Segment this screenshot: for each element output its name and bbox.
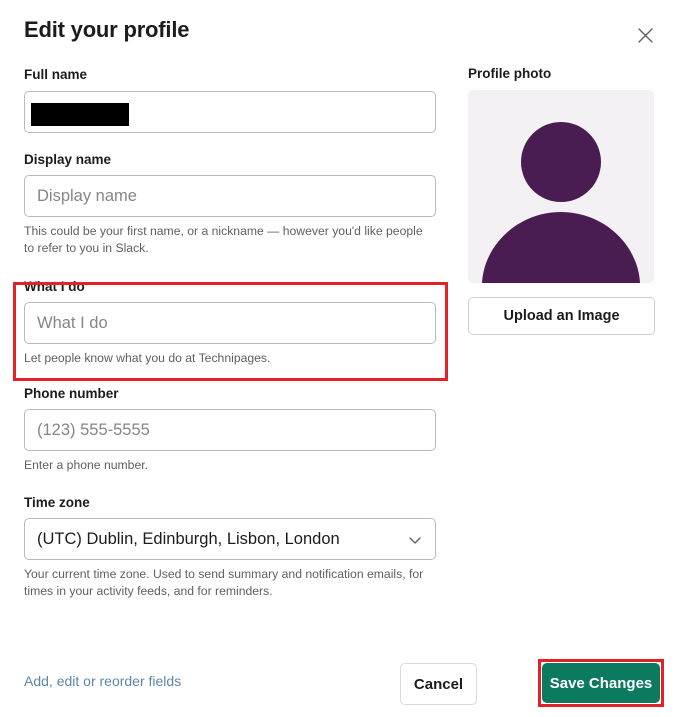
edit-profile-dialog: Edit your profile Full name Display name… bbox=[0, 0, 680, 717]
add-edit-reorder-fields-link[interactable]: Add, edit or reorder fields bbox=[24, 673, 181, 689]
full-name-input-wrap bbox=[24, 90, 436, 133]
display-name-input[interactable] bbox=[24, 175, 436, 218]
upload-image-button[interactable]: Upload an Image bbox=[468, 297, 655, 335]
field-what-i-do: What I do Let people know what you do at… bbox=[24, 278, 436, 368]
phone-number-help: Enter a phone number. bbox=[24, 458, 148, 473]
profile-photo-label: Profile photo bbox=[468, 66, 552, 81]
what-i-do-label: What I do bbox=[24, 278, 85, 294]
time-zone-label: Time zone bbox=[24, 494, 90, 510]
redacted-name-bar bbox=[31, 102, 129, 126]
display-name-label: Display name bbox=[24, 151, 112, 167]
time-zone-select-wrap: (UTC) Dublin, Edinburgh, Lisbon, London bbox=[24, 518, 436, 561]
time-zone-selected-value: (UTC) Dublin, Edinburgh, Lisbon, London bbox=[37, 529, 340, 548]
display-name-help: This could be your first name, or a nick… bbox=[24, 224, 423, 256]
close-icon[interactable] bbox=[630, 20, 660, 50]
profile-form: Full name Display name This could be you… bbox=[24, 66, 436, 601]
time-zone-help: Your current time zone. Used to send sum… bbox=[24, 567, 424, 599]
full-name-label: Full name bbox=[24, 67, 88, 82]
phone-number-input[interactable] bbox=[24, 409, 436, 452]
field-phone-number: Phone number Enter a phone number. bbox=[24, 385, 436, 475]
time-zone-select[interactable]: (UTC) Dublin, Edinburgh, Lisbon, London bbox=[24, 518, 436, 561]
profile-photo-section: Profile photo Upload an Image bbox=[468, 66, 655, 335]
dialog-header: Edit your profile bbox=[0, 0, 680, 62]
field-full-name: Full name bbox=[24, 66, 436, 133]
what-i-do-help: Let people know what you do at Technipag… bbox=[24, 351, 271, 366]
person-avatar-icon bbox=[482, 122, 640, 283]
what-i-do-input[interactable] bbox=[24, 302, 436, 345]
avatar bbox=[468, 90, 654, 283]
page-title: Edit your profile bbox=[24, 17, 190, 42]
save-changes-button[interactable]: Save Changes bbox=[542, 663, 660, 703]
field-time-zone: Time zone (UTC) Dublin, Edinburgh, Lisbo… bbox=[24, 494, 436, 601]
field-display-name: Display name This could be your first na… bbox=[24, 151, 436, 258]
phone-number-label: Phone number bbox=[24, 385, 119, 401]
cancel-button[interactable]: Cancel bbox=[400, 663, 477, 705]
